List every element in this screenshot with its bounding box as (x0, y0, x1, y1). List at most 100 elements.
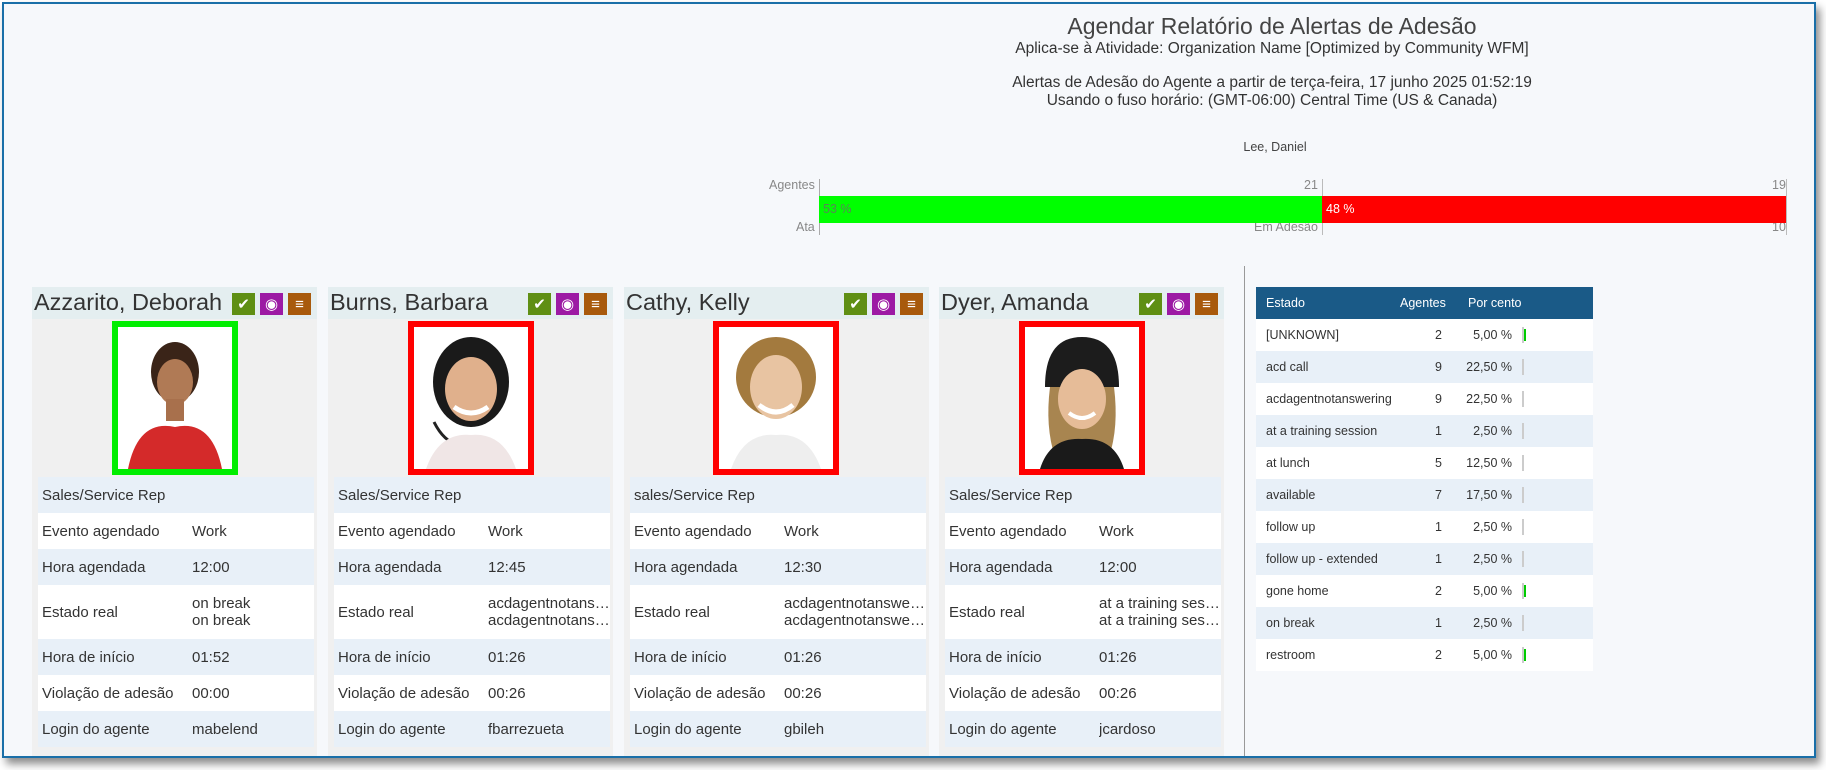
message-icon[interactable]: ≡ (1195, 293, 1218, 315)
as-of-line: Alertas de Adesão do Agente a partir de … (1012, 74, 1532, 91)
state-name: restroom (1266, 648, 1316, 662)
page-title: Agendar Relatório de Alertas de Adesão (1067, 13, 1477, 39)
event-value: Work (1099, 522, 1134, 540)
percent-value: 5,00 % (1473, 648, 1512, 662)
table-row: acd call 9 22,50 % (1256, 351, 1593, 383)
agent-card[interactable]: Burns, Barbara ✔ ◉ ≡ Sales/Service Rep E… (328, 287, 613, 756)
bar-label-bottom: Ata (796, 220, 815, 234)
report-frame: Agendar Relatório de Alertas de Adesão A… (2, 2, 1816, 758)
percent-value: 5,00 % (1473, 328, 1512, 342)
adherent-bar-segment: 53 % (819, 196, 1322, 223)
percent-bar (1522, 615, 1524, 631)
header-state[interactable]: Estado (1256, 296, 1396, 310)
message-icon[interactable]: ≡ (900, 293, 923, 315)
role-value: Sales/Service Rep (338, 486, 462, 504)
start-label: Hora de início (42, 648, 135, 666)
table-row: on break 1 2,50 % (1256, 607, 1593, 639)
table-row: follow up 1 2,50 % (1256, 511, 1593, 543)
agent-count: 2 (1435, 328, 1442, 342)
role-value: Sales/Service Rep (949, 486, 1073, 504)
state-label: Estado real (634, 603, 710, 621)
percent-value: 22,50 % (1466, 360, 1512, 374)
agent-name: Azzarito, Deborah (34, 289, 223, 315)
login-label: Login do agente (949, 720, 1057, 738)
violation-label: Violação de adesão (42, 684, 174, 702)
timezone-line: Usando o fuso horário: (GMT-06:00) Centr… (1046, 92, 1498, 109)
check-icon[interactable]: ✔ (232, 293, 255, 315)
percent-bar (1522, 583, 1526, 599)
login-value: jcardoso (1099, 720, 1156, 738)
percent-value: 2,50 % (1473, 616, 1512, 630)
event-value: Work (192, 522, 227, 540)
percent-bar (1522, 551, 1524, 567)
table-row: acdagentnotanswering 9 22,50 % (1256, 383, 1593, 415)
eye-icon[interactable]: ◉ (872, 293, 895, 315)
agent-count: 9 (1435, 360, 1442, 374)
event-label: Evento agendado (634, 522, 752, 540)
eye-icon[interactable]: ◉ (260, 293, 283, 315)
agent-count: 9 (1435, 392, 1442, 406)
state-value: acdagentnotanswering (784, 612, 926, 629)
state-value: acdagentnotanswering (488, 612, 610, 629)
percent-bar (1522, 487, 1524, 503)
percent-value: 12,50 % (1466, 456, 1512, 470)
time-value: 12:00 (192, 558, 230, 576)
violation-value: 00:26 (1099, 684, 1137, 702)
time-value: 12:30 (784, 558, 822, 576)
start-label: Hora de início (634, 648, 727, 666)
state-value: acdagentnotanswering (488, 595, 610, 612)
check-icon[interactable]: ✔ (844, 293, 867, 315)
start-value: 01:52 (192, 648, 230, 666)
time-value: 12:45 (488, 558, 526, 576)
agent-count: 1 (1435, 424, 1442, 438)
state-name: available (1266, 488, 1316, 502)
agent-card[interactable]: Azzarito, Deborah ✔ ◉ ≡ Sales/Service Re… (32, 287, 317, 756)
login-label: Login do agente (634, 720, 742, 738)
agent-name: Cathy, Kelly (626, 289, 750, 315)
start-value: 01:26 (488, 648, 526, 666)
state-name: [UNKNOWN] (1266, 328, 1339, 342)
event-label: Evento agendado (338, 522, 456, 540)
violation-label: Violação de adesão (949, 684, 1081, 702)
divider (1244, 266, 1245, 756)
non-adherent-bar-segment: 48 % (1322, 196, 1786, 223)
percent-value: 2,50 % (1473, 552, 1512, 566)
bar-mid-top-label: 21 (1304, 178, 1318, 192)
table-row: gone home 2 5,00 % (1256, 575, 1593, 607)
state-name: follow up (1266, 520, 1316, 534)
role-value: Sales/Service Rep (42, 486, 166, 504)
agent-name: Burns, Barbara (330, 289, 489, 315)
table-row: follow up - extended 1 2,50 % (1256, 543, 1593, 575)
violation-value: 00:26 (784, 684, 822, 702)
table-row: at lunch 5 12,50 % (1256, 447, 1593, 479)
state-label: Estado real (949, 603, 1025, 621)
percent-bar (1522, 455, 1524, 471)
eye-icon[interactable]: ◉ (556, 293, 579, 315)
check-icon[interactable]: ✔ (528, 293, 551, 315)
percent-value: 17,50 % (1466, 488, 1512, 502)
table-row: restroom 2 5,00 % (1256, 639, 1593, 671)
login-label: Login do agente (42, 720, 150, 738)
state-value: at a training session (1099, 612, 1221, 629)
state-label: Estado real (42, 603, 118, 621)
table-header: Estado Agentes Por cento (1256, 287, 1593, 319)
eye-icon[interactable]: ◉ (1167, 293, 1190, 315)
agent-count: 5 (1435, 456, 1442, 470)
time-label: Hora agendada (949, 558, 1053, 576)
message-icon[interactable]: ≡ (288, 293, 311, 315)
agent-card[interactable]: Dyer, Amanda ✔ ◉ ≡ Sales/Service Rep Eve… (939, 287, 1224, 756)
start-label: Hora de início (949, 648, 1042, 666)
agent-count: 2 (1435, 584, 1442, 598)
violation-label: Violação de adesão (338, 684, 470, 702)
message-icon[interactable]: ≡ (584, 293, 607, 315)
check-icon[interactable]: ✔ (1139, 293, 1162, 315)
event-label: Evento agendado (42, 522, 160, 540)
state-name: at lunch (1266, 456, 1310, 470)
header-percent[interactable]: Por cento (1458, 296, 1528, 310)
state-value: on break (192, 595, 251, 612)
agent-card[interactable]: Cathy, Kelly ✔ ◉ ≡ sales/Service Rep Eve… (624, 287, 929, 756)
header-agents[interactable]: Agentes (1396, 296, 1458, 310)
violation-value: 00:26 (488, 684, 526, 702)
login-value: mabelend (192, 720, 258, 738)
table-row: [UNKNOWN] 2 5,00 % (1256, 319, 1593, 351)
